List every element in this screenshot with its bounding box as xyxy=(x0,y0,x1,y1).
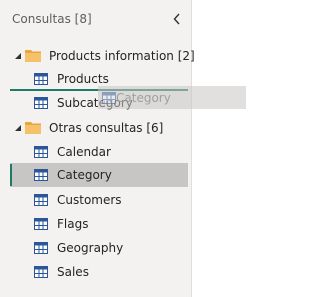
query-group-products-information[interactable]: Products information [2] xyxy=(0,44,195,68)
query-item-category[interactable]: Category xyxy=(10,163,188,187)
query-label: Flags xyxy=(57,217,89,231)
table-icon xyxy=(34,169,48,181)
query-label: Category xyxy=(57,168,112,182)
drag-ghost: Category xyxy=(98,86,246,109)
query-item-calendar[interactable]: Calendar xyxy=(0,140,191,164)
triangle-down-icon[interactable] xyxy=(14,52,22,60)
triangle-down-icon[interactable] xyxy=(14,124,22,132)
chevron-left-icon xyxy=(173,13,180,25)
queries-pane-title: Consultas [8] xyxy=(12,12,92,26)
query-label: Calendar xyxy=(57,145,111,159)
table-icon xyxy=(34,242,48,254)
table-icon xyxy=(34,73,48,85)
query-item-geography[interactable]: Geography xyxy=(0,236,191,260)
group-label: Products information [2] xyxy=(49,49,195,63)
table-icon xyxy=(34,218,48,230)
queries-pane: Consultas [8] Products information [2] P… xyxy=(0,0,195,297)
query-label: Products xyxy=(57,72,109,86)
query-label: Sales xyxy=(57,265,89,279)
group-label: Otras consultas [6] xyxy=(49,121,164,135)
table-icon xyxy=(34,194,48,206)
drag-ghost-label: Category xyxy=(116,91,171,105)
query-item-sales[interactable]: Sales xyxy=(0,260,191,284)
queries-pane-header: Consultas [8] xyxy=(0,0,191,38)
table-icon xyxy=(34,266,48,278)
query-item-customers[interactable]: Customers xyxy=(0,188,191,212)
query-group-otras-consultas[interactable]: Otras consultas [6] xyxy=(0,116,191,140)
table-icon xyxy=(102,92,116,104)
table-icon xyxy=(34,97,48,109)
collapse-pane-button[interactable] xyxy=(170,12,184,26)
selection-indicator xyxy=(10,164,12,186)
folder-icon xyxy=(25,50,41,62)
query-item-flags[interactable]: Flags xyxy=(0,212,191,236)
query-label: Geography xyxy=(57,241,124,255)
table-icon xyxy=(34,146,48,158)
query-label: Customers xyxy=(57,193,122,207)
folder-icon xyxy=(25,122,41,134)
